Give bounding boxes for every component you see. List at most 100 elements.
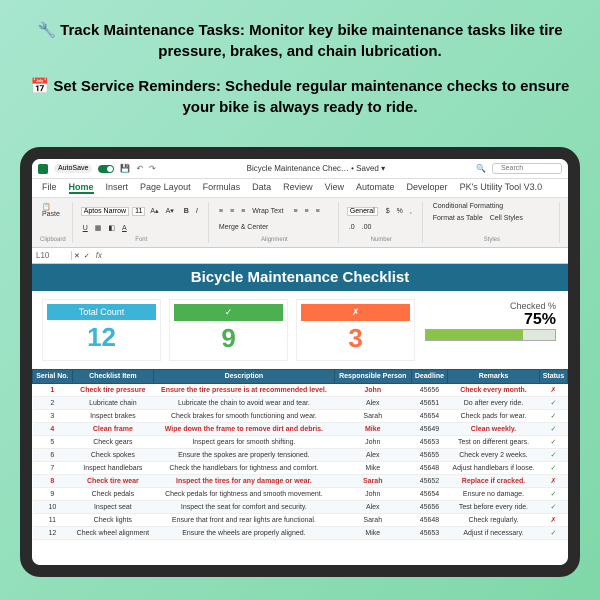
group-label-alignment: Alignment [217,237,332,243]
col-header[interactable]: Description [154,370,335,384]
card-done-value: 9 [174,321,283,356]
cell-styles-button[interactable]: Cell Styles [488,214,525,223]
table-row[interactable]: 6Check spokesEnsure the spokes are prope… [33,449,568,462]
group-label-clipboard: Clipboard [40,237,66,243]
table-row[interactable]: 12Check wheel alignmentEnsure the wheels… [33,527,568,540]
search-icon: 🔍 [476,164,486,173]
col-header[interactable]: Remarks [448,370,540,384]
decrease-font-icon[interactable]: A▾ [164,206,176,216]
align-mid-icon[interactable]: ≡ [228,207,236,216]
underline-button[interactable]: U [81,224,90,233]
card-total-label: Total Count [47,304,156,320]
fill-color-button[interactable]: ◧ [106,223,117,233]
tablet-frame: AutoSave 💾 ↶ ↷ Bicycle Maintenance Chec…… [20,147,580,577]
italic-button[interactable]: I [194,207,200,216]
save-icon[interactable]: 💾 [120,164,130,173]
sheet-title: Bicycle Maintenance Checklist [32,264,568,291]
number-format-select[interactable]: General [347,207,378,216]
align-top-icon[interactable]: ≡ [217,207,225,216]
worksheet[interactable]: Bicycle Maintenance Checklist Total Coun… [32,264,568,577]
redo-icon[interactable]: ↷ [149,164,156,173]
tab-automate[interactable]: Automate [356,182,395,194]
ribbon-group-number: General $ % , .0 .00 Number [347,202,423,243]
search-input[interactable] [492,163,562,174]
autosave-toggle[interactable] [98,165,114,173]
bold-button[interactable]: B [182,207,191,216]
fn-accept-icon[interactable]: ✓ [82,251,92,261]
col-header[interactable]: Status [539,370,567,384]
card-done-label: ✓ [174,304,283,321]
conditional-formatting-button[interactable]: Conditional Formatting [431,202,505,211]
paste-button[interactable]: 📋Paste [40,202,62,219]
table-row[interactable]: 7Inspect handlebarsCheck the handlebars … [33,462,568,475]
merge-center-button[interactable]: Merge & Center [217,223,270,232]
group-label-styles: Styles [431,237,553,243]
col-header[interactable]: Checklist Item [72,370,153,384]
card-done: ✓ 9 [169,299,288,361]
align-bot-icon[interactable]: ≡ [239,207,247,216]
tab-insert[interactable]: Insert [106,182,129,194]
font-size-select[interactable]: 11 [132,207,145,216]
border-button[interactable]: ▦ [93,223,104,233]
font-color-button[interactable]: A [120,224,129,233]
group-label-font: Font [81,237,202,243]
currency-icon[interactable]: $ [384,207,392,216]
col-header[interactable]: Responsible Person [334,370,411,384]
undo-icon[interactable]: ↶ [136,164,143,173]
ribbon-group-styles: Conditional Formatting Format as Table C… [431,202,560,243]
tab-home[interactable]: Home [69,182,94,194]
font-name-select[interactable]: Aptos Narrow [81,207,129,216]
increase-font-icon[interactable]: A▴ [148,206,160,216]
table-row[interactable]: 11Check lightsEnsure that front and rear… [33,514,568,527]
card-not-value: 3 [301,321,410,356]
wrap-text-button[interactable]: Wrap Text [250,207,285,216]
tab-data[interactable]: Data [252,182,271,194]
inc-decimal-icon[interactable]: .0 [347,223,357,232]
col-header[interactable]: Deadline [411,370,447,384]
percent-icon[interactable]: % [395,207,405,216]
group-label-number: Number [347,237,416,243]
excel-icon [38,164,48,174]
summary-cards: Total Count 12 ✓ 9 ✗ 3 Checked % 75% [32,291,568,369]
titlebar: AutoSave 💾 ↶ ↷ Bicycle Maintenance Chec…… [32,159,568,179]
ribbon-group-clipboard: 📋Paste Clipboard [40,202,73,243]
wrench-icon: 🔧 [37,20,56,41]
checklist-table: Serial No.Checklist ItemDescriptionRespo… [32,369,568,540]
tab-review[interactable]: Review [283,182,313,194]
format-as-table-button[interactable]: Format as Table [431,214,485,223]
tab-view[interactable]: View [325,182,344,194]
doc-title[interactable]: Bicycle Maintenance Chec… • Saved ▾ [162,164,470,173]
table-row[interactable]: 1Check tire pressureEnsure the tire pres… [33,384,568,397]
align-center-icon[interactable]: ≡ [303,207,311,216]
progress-value: 75% [425,311,556,329]
dec-decimal-icon[interactable]: .00 [360,223,374,232]
tab-pk-s-utility-tool-v3-0[interactable]: PK's Utility Tool V3.0 [460,182,543,194]
comma-icon[interactable]: , [408,207,414,216]
tab-developer[interactable]: Developer [407,182,448,194]
table-row[interactable]: 10Inspect seatInspect the seat for comfo… [33,501,568,514]
fx-label[interactable]: fx [92,251,106,260]
autosave-label: AutoSave [54,164,92,173]
table-row[interactable]: 9Check pedalsCheck pedals for tightness … [33,488,568,501]
table-row[interactable]: 2Lubricate chainLubricate the chain to a… [33,397,568,410]
fn-cancel-icon[interactable]: ✕ [72,251,82,261]
col-header[interactable]: Serial No. [33,370,73,384]
progress-label: Checked % [425,301,556,311]
card-not: ✗ 3 [296,299,415,361]
table-row[interactable]: 8Check tire wearInspect the tires for an… [33,475,568,488]
tab-page-layout[interactable]: Page Layout [140,182,191,194]
tab-file[interactable]: File [42,182,57,194]
table-row[interactable]: 3Inspect brakesCheck brakes for smooth f… [33,410,568,423]
ribbon-group-alignment: ≡ ≡ ≡ Wrap Text ≡ ≡ ≡ Merge & Center Ali… [217,202,339,243]
align-left-icon[interactable]: ≡ [291,207,299,216]
card-total-value: 12 [47,320,156,355]
align-right-icon[interactable]: ≡ [314,207,322,216]
table-row[interactable]: 4Clean frameWipe down the frame to remov… [33,423,568,436]
progress-bar [425,329,556,341]
name-box[interactable]: L10 [32,251,72,260]
tab-formulas[interactable]: Formulas [203,182,241,194]
table-row[interactable]: 5Check gearsInspect gears for smooth shi… [33,436,568,449]
card-total: Total Count 12 [42,299,161,361]
formula-bar: L10 ✕ ✓ fx [32,248,568,264]
hero-line-1: 🔧Track Maintenance Tasks: Monitor key bi… [30,20,570,62]
